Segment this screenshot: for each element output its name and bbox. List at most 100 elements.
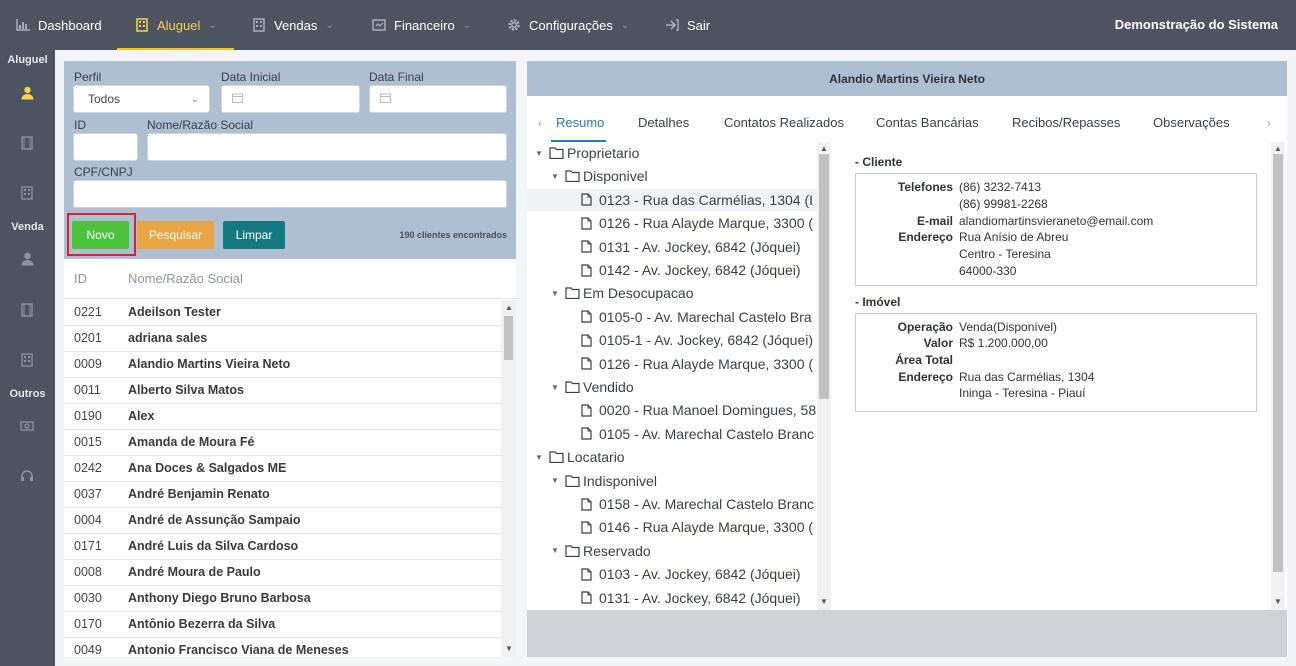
endereco-line-1: Rua Anísio de Abreu	[959, 230, 1069, 244]
nav-vendas[interactable]: Vendas ⌄	[252, 0, 334, 50]
list-scrollbar[interactable]: ▲ ▼	[501, 300, 516, 657]
scroll-up-icon[interactable]: ▲	[505, 303, 513, 312]
table-row[interactable]: 0009 Alandio Martins Vieira Neto	[64, 352, 501, 378]
headset-icon[interactable]	[17, 466, 37, 486]
chevron-down-icon[interactable]: ▼	[535, 149, 549, 158]
tree-item[interactable]: 0126 - Rua Alayde Marque, 3300 (	[577, 212, 813, 234]
tree-scroll-thumb[interactable]	[819, 154, 829, 399]
tab-recibos[interactable]: Recibos/Repasses	[1012, 115, 1120, 130]
tree-folder[interactable]: ▼ Indisponivel	[551, 470, 657, 492]
detail-scroll-thumb[interactable]	[1273, 154, 1283, 572]
tab-contas[interactable]: Contas Bancárias	[876, 115, 979, 130]
id-input[interactable]	[73, 133, 138, 161]
perfil-select[interactable]: Todos ⌄	[73, 85, 210, 113]
chevron-down-icon: ⌄	[190, 94, 199, 105]
left-sidebar: Aluguel Venda Outros	[0, 50, 55, 666]
detail-scrollbar[interactable]: ▲ ▼	[1271, 142, 1285, 610]
table-row[interactable]: 0008 André Moura de Paulo	[64, 560, 501, 586]
chevron-down-icon[interactable]: ▼	[551, 289, 565, 298]
nav-sair[interactable]: Sair	[665, 0, 710, 50]
tree-item[interactable]: 0105 - Av. Marechal Castelo Branc	[577, 423, 814, 445]
file-icon	[581, 567, 597, 581]
table-row[interactable]: 0049 Antonio Francisco Viana de Meneses	[64, 638, 501, 657]
scroll-up-icon[interactable]: ▲	[820, 144, 828, 153]
tree-label: Disponivel	[583, 168, 648, 185]
table-row[interactable]: 0171 André Luis da Silva Cardoso	[64, 534, 501, 560]
table-row[interactable]: 0004 André de Assunção Sampaio	[64, 508, 501, 534]
data-final-input[interactable]	[369, 85, 507, 113]
tree-item[interactable]: 0103 - Av. Jockey, 6842 (Jóquei)	[577, 563, 801, 585]
scroll-down-icon[interactable]: ▼	[505, 644, 513, 653]
tree-folder[interactable]: ▼ Reservado	[551, 540, 651, 562]
tree-folder[interactable]: ▼ Em Desocupacao	[551, 282, 694, 304]
column-header-nome[interactable]: Nome/Razão Social	[128, 271, 243, 286]
table-row[interactable]: 0030 Anthony Diego Bruno Barbosa	[64, 586, 501, 612]
table-row[interactable]: 0201 adriana sales	[64, 326, 501, 352]
file-icon	[581, 520, 597, 534]
client-rows: 0221 Adeilson Tester 0201 adriana sales 0009…	[64, 300, 501, 657]
tree-item[interactable]: 0142 - Av. Jockey, 6842 (Jóquei)	[577, 259, 801, 281]
nav-dashboard[interactable]: Dashboard	[16, 0, 102, 50]
building-icon[interactable]	[17, 350, 37, 370]
tree-scrollbar[interactable]: ▲ ▼	[817, 142, 831, 610]
file-icon	[581, 427, 597, 441]
tree-folder[interactable]: ▼ Locatario	[535, 446, 625, 468]
tree-label: Proprietario	[567, 145, 640, 161]
money-icon[interactable]	[17, 416, 37, 436]
tree-item[interactable]: 0131 - Av. Jockey, 6842 (Jóquei)	[577, 587, 801, 609]
building-icon[interactable]	[17, 183, 37, 203]
tree-item[interactable]: 0105-0 - Av. Marechal Castelo Bra	[577, 306, 812, 328]
nav-financeiro[interactable]: Financeiro ⌄	[372, 0, 471, 50]
list-scroll-thumb[interactable]	[504, 316, 513, 360]
scroll-down-icon[interactable]: ▼	[1274, 597, 1282, 606]
tab-detalhes[interactable]: Detalhes	[638, 115, 689, 130]
tree-item[interactable]: 0020 - Rua Manoel Domingues, 58	[577, 399, 816, 421]
nome-input[interactable]	[147, 133, 507, 161]
imovel-box: Operação Venda(Disponível) Valor R$ 1.20…	[855, 313, 1257, 412]
tree-folder[interactable]: ▼ Vendido	[551, 376, 634, 398]
table-row[interactable]: 0170 Antônio Bezerra da Silva	[64, 612, 501, 638]
row-id: 0004	[74, 513, 102, 527]
limpar-button[interactable]: Limpar	[223, 221, 285, 249]
tree-item[interactable]: 0146 - Rua Alayde Marque, 3300 (	[577, 516, 813, 538]
table-row[interactable]: 0242 Ana Doces & Salgados ME	[64, 456, 501, 482]
table-row[interactable]: 0011 Alberto Silva Matos	[64, 378, 501, 404]
table-row[interactable]: 0037 André Benjamin Renato	[64, 482, 501, 508]
chevron-down-icon[interactable]: ▼	[551, 546, 565, 555]
tree-folder[interactable]: ▼ Disponivel	[551, 165, 648, 187]
chevron-down-icon[interactable]: ▼	[551, 383, 565, 392]
document-icon[interactable]	[17, 300, 37, 320]
pesquisar-button[interactable]: Pesquisar	[137, 221, 214, 249]
cpf-input[interactable]	[73, 180, 507, 208]
table-row[interactable]: 0221 Adeilson Tester	[64, 300, 501, 326]
email-value: alandiomartinsvieraneto@email.com	[959, 214, 1154, 228]
folder-icon	[565, 474, 581, 488]
scroll-down-icon[interactable]: ▼	[820, 597, 828, 606]
table-row[interactable]: 0015 Amanda de Moura Fé	[64, 430, 501, 456]
tab-resumo[interactable]: Resumo	[556, 115, 604, 130]
table-row[interactable]: 0190 Alex	[64, 404, 501, 430]
tree-item[interactable]: 0158 - Av. Marechal Castelo Branc	[577, 493, 814, 515]
user-icon[interactable]	[17, 249, 37, 269]
tree-item[interactable]: 0131 - Av. Jockey, 6842 (Jóquei)	[577, 236, 801, 258]
tabs-prev-icon[interactable]: ‹	[538, 116, 542, 130]
tab-contatos[interactable]: Contatos Realizados	[724, 115, 844, 130]
chevron-down-icon[interactable]: ▼	[551, 172, 565, 181]
tree-label: 0105-0 - Av. Marechal Castelo Bra	[599, 308, 812, 325]
chevron-down-icon[interactable]: ▼	[535, 453, 549, 462]
document-icon[interactable]	[17, 133, 37, 153]
nav-configuracoes[interactable]: Configurações ⌄	[507, 0, 629, 50]
tree-item[interactable]: 0126 - Rua Alayde Marque, 3300 (	[577, 353, 813, 375]
column-header-id[interactable]: ID	[74, 271, 87, 286]
tree-item[interactable]: 0105-1 - Av. Jockey, 6842 (Jóquei)	[577, 329, 813, 351]
nav-aluguel[interactable]: Aluguel ⌄	[135, 0, 217, 50]
user-icon[interactable]	[17, 83, 37, 103]
scroll-up-icon[interactable]: ▲	[1274, 144, 1282, 153]
data-inicial-input[interactable]	[221, 85, 360, 113]
tabs-next-icon[interactable]: ›	[1267, 116, 1271, 130]
row-nome: André Luis da Silva Cardoso	[128, 539, 299, 553]
tree-item[interactable]: 0123 - Rua das Carmélias, 1304 (I	[527, 188, 817, 211]
chevron-down-icon[interactable]: ▼	[551, 476, 565, 485]
tree-folder[interactable]: ▼ Proprietario	[535, 142, 639, 164]
tab-observacoes[interactable]: Observações	[1153, 115, 1230, 130]
